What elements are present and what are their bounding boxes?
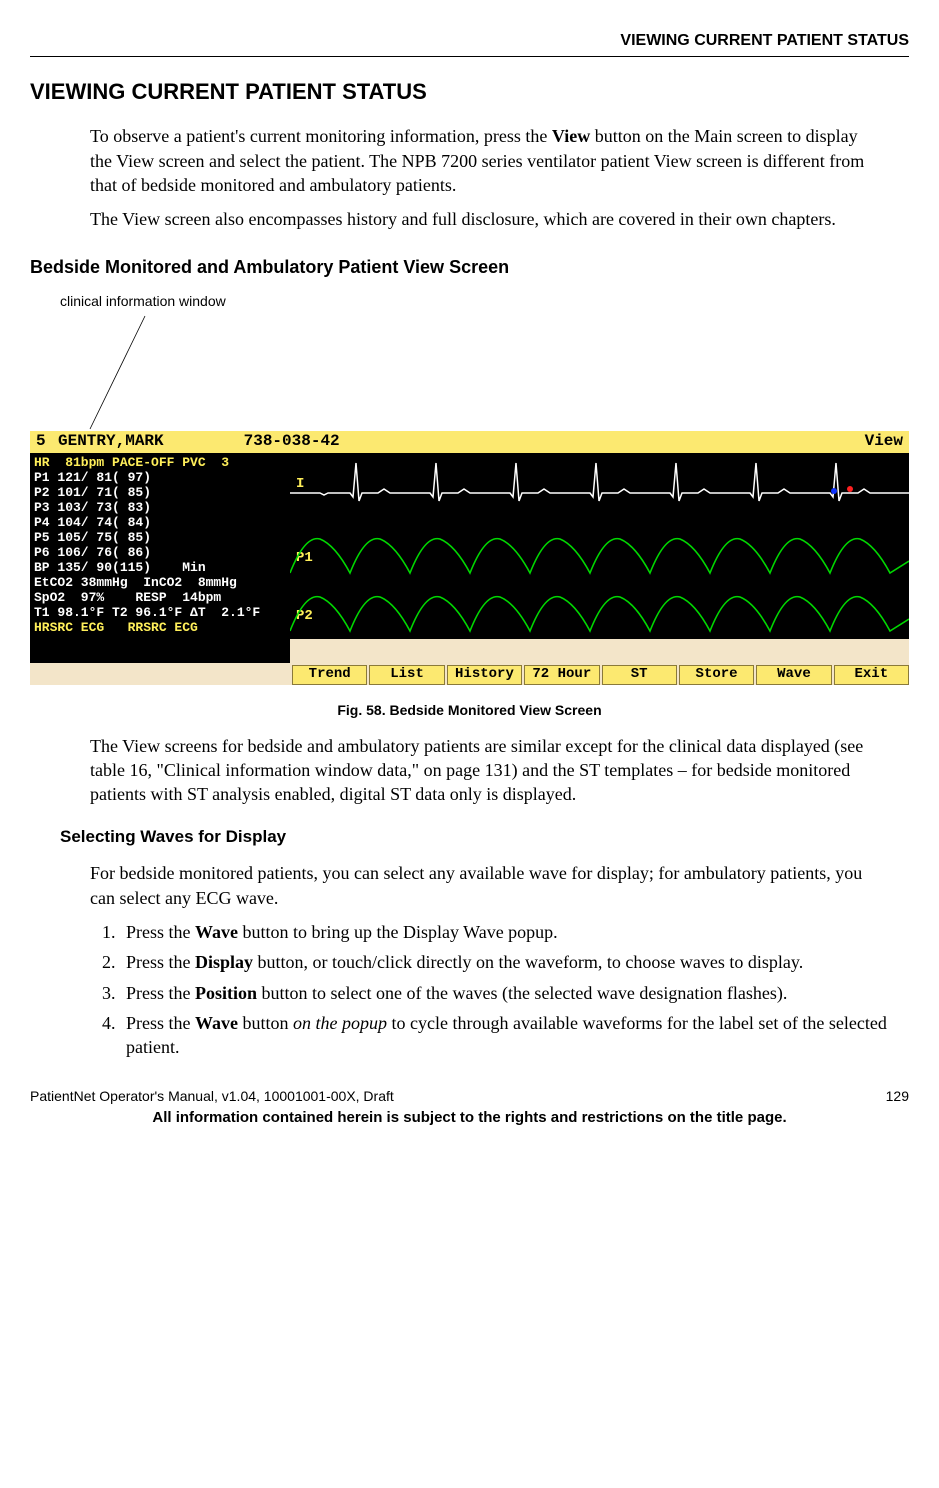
intro-paragraph-1: To observe a patient's current monitorin… (90, 124, 879, 197)
72hour-button[interactable]: 72 Hour (524, 665, 599, 685)
patient-name: GENTRY,MARK (58, 431, 164, 453)
store-button[interactable]: Store (679, 665, 754, 685)
clin-line: SpO2 97% RESP 14bpm (34, 590, 221, 605)
footer: PatientNet Operator's Manual, v1.04, 100… (30, 1087, 909, 1128)
on-the-popup: on the popup (293, 1013, 387, 1033)
selecting-waves-paragraph: For bedside monitored patients, you can … (90, 861, 879, 910)
footer-left: PatientNet Operator's Manual, v1.04, 100… (30, 1087, 394, 1106)
clin-line: P1 121/ 81( 97) (34, 470, 151, 485)
text: button to bring up the Display Wave popu… (238, 922, 558, 942)
list-button[interactable]: List (369, 665, 444, 685)
page-number: 129 (886, 1087, 909, 1106)
clin-line: BP 135/ 90(115) Min (34, 560, 206, 575)
svg-text:P1: P1 (296, 550, 313, 566)
position-keyword: Position (195, 983, 257, 1003)
subsection-heading: Bedside Monitored and Ambulatory Patient… (30, 255, 909, 279)
text: button (238, 1013, 293, 1033)
bed-number: 5 (36, 431, 58, 453)
clin-line: P6 106/ 76( 86) (34, 545, 151, 560)
button-bar: Trend List History 72 Hour ST Store Wave… (290, 663, 909, 685)
svg-text:I: I (296, 476, 304, 492)
figure-caption: Fig. 58. Bedside Monitored View Screen (30, 701, 909, 720)
clin-line: P4 104/ 74( 84) (34, 515, 151, 530)
step-1: Press the Wave button to bring up the Di… (120, 920, 909, 944)
clin-line: T1 98.1°F T2 96.1°F ΔT 2.1°F (34, 605, 260, 620)
wave-button[interactable]: Wave (756, 665, 831, 685)
text: button to select one of the waves (the s… (257, 983, 787, 1003)
view-screen: 5 GENTRY,MARK 738-038-42 View HR 81bpm P… (30, 431, 909, 685)
figure-view-screen: 5 GENTRY,MARK 738-038-42 View HR 81bpm P… (30, 431, 909, 685)
st-button[interactable]: ST (602, 665, 677, 685)
divider (30, 56, 909, 57)
callout-label: clinical information window (60, 292, 909, 311)
wave-keyword: Wave (195, 1013, 238, 1033)
step-4: Press the Wave button on the popup to cy… (120, 1011, 909, 1060)
callout-leader-line (30, 311, 230, 431)
screen-mode: View (865, 431, 903, 453)
clin-line: P2 101/ 71( 85) (34, 485, 151, 500)
footer-notice: All information contained herein is subj… (30, 1108, 909, 1128)
trend-button[interactable]: Trend (292, 665, 367, 685)
wave-keyword: Wave (195, 922, 238, 942)
text: Press the (126, 922, 195, 942)
waveforms-svg: I P1 P2 (290, 453, 909, 639)
clin-line: HRSRC ECG RRSRC ECG (34, 620, 198, 635)
text: Press the (126, 983, 195, 1003)
clin-line: P5 105/ 75( 85) (34, 530, 151, 545)
history-button[interactable]: History (447, 665, 522, 685)
step-2: Press the Display button, or touch/click… (120, 950, 909, 974)
exit-button[interactable]: Exit (834, 665, 909, 685)
steps-list: Press the Wave button to bring up the Di… (120, 920, 909, 1059)
subsub-heading: Selecting Waves for Display (60, 826, 909, 849)
intro-paragraph-2: The View screen also encompasses history… (90, 207, 879, 231)
svg-text:P2: P2 (296, 608, 313, 624)
section-heading: VIEWING CURRENT PATIENT STATUS (30, 77, 909, 107)
clin-line: P3 103/ 73( 83) (34, 500, 151, 515)
clin-line: HR 81bpm PACE-OFF PVC 3 (34, 455, 229, 470)
view-keyword: View (552, 126, 590, 146)
step-3: Press the Position button to select one … (120, 981, 909, 1005)
patient-id: 738-038-42 (244, 431, 340, 453)
after-figure-paragraph: The View screens for bedside and ambulat… (90, 734, 879, 807)
text: To observe a patient's current monitorin… (90, 126, 552, 146)
clinical-information-window: HR 81bpm PACE-OFF PVC 3 P1 121/ 81( 97) … (30, 453, 290, 663)
text: Press the (126, 1013, 195, 1033)
running-header: VIEWING CURRENT PATIENT STATUS (30, 30, 909, 52)
display-keyword: Display (195, 952, 253, 972)
text: Press the (126, 952, 195, 972)
clin-line: EtCO2 38mmHg InCO2 8mmHg (34, 575, 237, 590)
text: button, or touch/click directly on the w… (253, 952, 803, 972)
title-bar: 5 GENTRY,MARK 738-038-42 View (30, 431, 909, 453)
waveform-area[interactable]: I P1 P2 (290, 453, 909, 639)
